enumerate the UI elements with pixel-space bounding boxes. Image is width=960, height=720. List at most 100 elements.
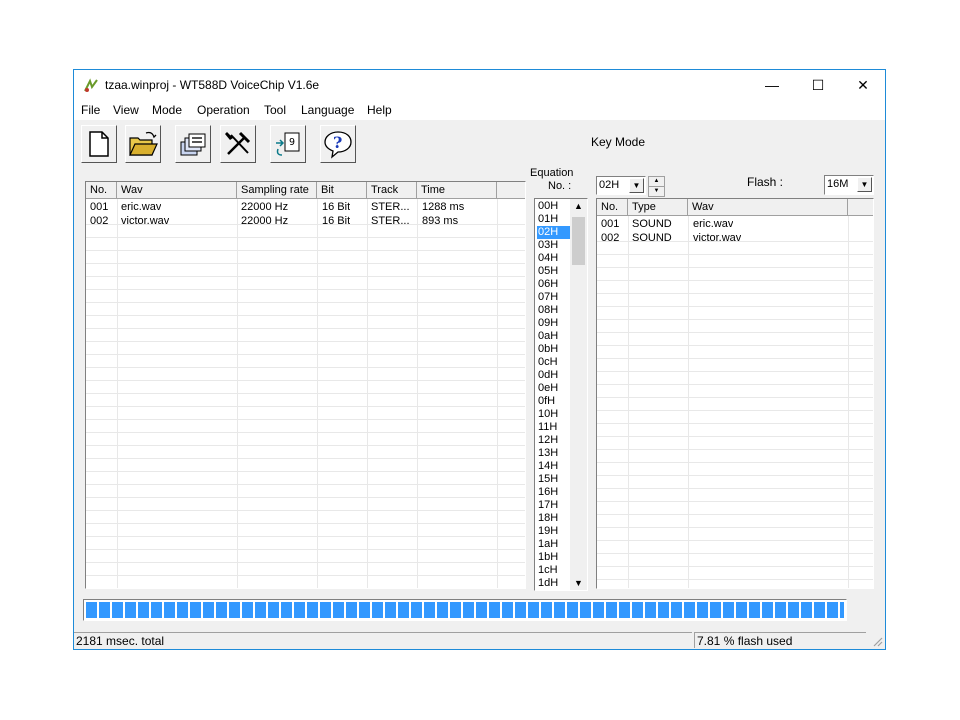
menu-mode[interactable]: Mode	[152, 103, 182, 117]
column-header-track[interactable]: Track	[367, 182, 417, 199]
equation-item[interactable]: 08H	[537, 304, 571, 317]
new-file-button[interactable]	[81, 125, 117, 163]
row-wav: victor.wav	[121, 215, 170, 227]
equation-item[interactable]: 09H	[537, 317, 571, 330]
minimize-button[interactable]: —	[749, 70, 795, 100]
grid-line	[117, 199, 118, 588]
equation-list[interactable]: 00H 01H 02H 03H 04H 05H 06H 07H 08H 09H 0aH 0bH 0cH 0…	[534, 198, 588, 591]
new-file-icon	[89, 131, 109, 157]
column-header-sampling-rate[interactable]: Sampling rate	[237, 182, 317, 199]
equation-item[interactable]: 19H	[537, 525, 571, 538]
menu-operation[interactable]: Operation	[197, 103, 250, 117]
row-type: SOUND	[632, 232, 672, 244]
status-total-time: 2181 msec. total	[74, 632, 692, 648]
equation-item[interactable]: 0aH	[537, 330, 571, 343]
resize-grip-icon[interactable]	[871, 635, 883, 647]
grid-line	[688, 216, 689, 588]
equation-label: Equation	[530, 167, 574, 179]
equation-item[interactable]: 06H	[537, 278, 571, 291]
chevron-down-icon[interactable]: ▼	[629, 178, 644, 193]
row-no: 001	[601, 218, 620, 230]
menu-file[interactable]: File	[81, 103, 100, 117]
menu-view[interactable]: View	[113, 103, 139, 117]
equation-item[interactable]: 0eH	[537, 382, 571, 395]
equation-no-label: No. :	[548, 180, 572, 192]
tools-icon	[225, 131, 251, 155]
row-no: 001	[90, 201, 109, 213]
equation-item[interactable]: 03H	[537, 239, 571, 252]
maximize-button[interactable]: ☐	[795, 70, 841, 100]
column-header-type[interactable]: Type	[628, 199, 688, 216]
grid-line	[628, 216, 629, 588]
equation-item[interactable]: 1bH	[537, 551, 571, 564]
convert-icon: 9	[276, 132, 300, 156]
column-header-wav[interactable]: Wav	[688, 199, 848, 216]
menu-language[interactable]: Language	[301, 103, 354, 117]
title-bar[interactable]: tzaa.winproj - WT588D VoiceChip V1.6e — …	[74, 70, 885, 100]
equation-item[interactable]: 1cH	[537, 564, 571, 577]
convert-button[interactable]: 9	[270, 125, 306, 163]
equation-item[interactable]: 01H	[537, 213, 571, 226]
equation-item[interactable]: 11H	[537, 421, 571, 434]
column-header-no[interactable]: No.	[597, 199, 628, 216]
menu-tool[interactable]: Tool	[264, 103, 286, 117]
equation-item[interactable]: 15H	[537, 473, 571, 486]
grid-line	[848, 216, 849, 588]
equation-item[interactable]: 0dH	[537, 369, 571, 382]
equation-item[interactable]: 05H	[537, 265, 571, 278]
equation-item[interactable]: 00H	[537, 200, 571, 213]
spin-down-icon[interactable]: ▼	[648, 186, 665, 197]
equation-item[interactable]: 17H	[537, 499, 571, 512]
equation-item[interactable]: 0cH	[537, 356, 571, 369]
equation-combo[interactable]: 02H ▼	[596, 176, 646, 195]
row-no: 002	[601, 232, 620, 244]
menu-bar: File View Mode Operation Tool Language H…	[74, 100, 885, 120]
column-header-bit[interactable]: Bit	[317, 182, 367, 199]
flash-size-value: 16M	[827, 178, 849, 190]
grid-line	[317, 199, 318, 588]
wav-table-gridlines	[86, 212, 525, 588]
equation-item[interactable]: 10H	[537, 408, 571, 421]
scroll-thumb[interactable]	[572, 217, 585, 265]
equation-item[interactable]: 02H	[537, 226, 571, 239]
column-header-no[interactable]: No.	[86, 182, 117, 199]
equation-item[interactable]: 13H	[537, 447, 571, 460]
sequence-table[interactable]: No. Type Wav 001 SOUND eric.wav 002 SOUN…	[596, 198, 874, 589]
grid-line	[417, 199, 418, 588]
scroll-down-icon[interactable]: ▼	[570, 578, 587, 588]
open-project-button[interactable]	[125, 125, 161, 163]
save-button[interactable]	[175, 125, 211, 163]
equation-item[interactable]: 12H	[537, 434, 571, 447]
column-header-time[interactable]: Time	[417, 182, 497, 199]
flash-size-select[interactable]: 16M ▼	[824, 175, 874, 195]
equation-spinner[interactable]: ▲ ▼	[648, 176, 665, 197]
menu-help[interactable]: Help	[367, 103, 392, 117]
row-type: SOUND	[632, 218, 672, 230]
equation-item[interactable]: 1aH	[537, 538, 571, 551]
equation-item[interactable]: 07H	[537, 291, 571, 304]
close-button[interactable]: ✕	[840, 70, 886, 100]
app-icon	[84, 78, 98, 92]
equation-item[interactable]: 0bH	[537, 343, 571, 356]
row-track: STER...	[371, 215, 410, 227]
tools-button[interactable]	[220, 125, 256, 163]
row-no: 002	[90, 215, 109, 227]
sequence-table-gridlines	[597, 229, 873, 588]
progress-fill	[86, 602, 844, 618]
equation-item[interactable]: 18H	[537, 512, 571, 525]
equation-item[interactable]: 1dH	[537, 577, 571, 590]
scroll-up-icon[interactable]: ▲	[570, 201, 587, 211]
svg-text:9: 9	[289, 137, 295, 148]
wav-table[interactable]: No. Wav Sampling rate Bit Track Time 001…	[85, 181, 526, 589]
svg-text:?: ?	[333, 133, 342, 152]
column-header-wav[interactable]: Wav	[117, 182, 237, 199]
chevron-down-icon[interactable]: ▼	[857, 177, 872, 192]
open-folder-icon	[129, 131, 158, 156]
equation-item[interactable]: 14H	[537, 460, 571, 473]
equation-item[interactable]: 16H	[537, 486, 571, 499]
help-button[interactable]: ?	[320, 125, 356, 163]
equation-item[interactable]: 04H	[537, 252, 571, 265]
equation-scrollbar[interactable]: ▲ ▼	[570, 199, 587, 590]
column-header-filler	[497, 182, 525, 199]
equation-item[interactable]: 0fH	[537, 395, 571, 408]
